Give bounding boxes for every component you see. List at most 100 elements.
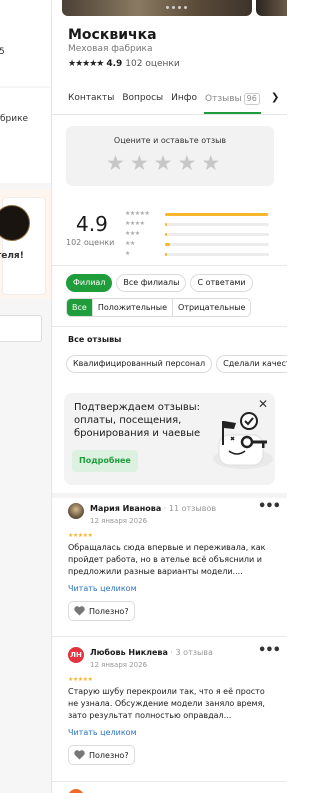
distribution-fill — [165, 232, 168, 236]
org-panel: Москвичка Меховая фабрика ★★★★★ 4.9 102 … — [52, 0, 287, 793]
rating-value: 4.9 — [106, 59, 123, 69]
review-card: ЛН Любовь Никлева · 3 отзыва 12 января 2… — [52, 643, 287, 777]
filter-all[interactable]: Все — [67, 299, 93, 316]
distribution-track — [165, 212, 269, 216]
rate-prompt-label: Оцените и оставьте отзыв — [113, 136, 227, 145]
rating-stars-icon: ★★★★★ — [68, 59, 104, 69]
distribution-stars-icon: ★★ — [125, 240, 135, 247]
distribution-row: ★★★★ — [125, 219, 269, 229]
more-options-icon[interactable]: ••• — [258, 643, 281, 658]
divider — [52, 781, 287, 782]
rate-prompt: Оцените и оставьте отзыв ★ ★ ★ ★ ★ — [66, 126, 274, 186]
read-more-link[interactable]: Читать целиком — [68, 584, 137, 593]
review-text: Обращалась сюда впервые и переживала, ка… — [68, 543, 266, 576]
divider — [52, 265, 287, 266]
divider — [52, 493, 287, 498]
read-more-link[interactable]: Читать целиком — [68, 728, 137, 737]
tab-reviews-label: Отзывы — [205, 94, 242, 104]
reviewer-review-count: · 3 отзыва — [167, 648, 213, 657]
heart-icon — [74, 606, 85, 616]
useful-button[interactable]: Полезно? — [68, 745, 135, 765]
tab-questions[interactable]: Вопросы — [122, 93, 163, 105]
divider — [52, 326, 287, 327]
avatar[interactable] — [68, 503, 84, 519]
org-rating[interactable]: ★★★★★ 4.9 102 оценки — [68, 59, 180, 69]
review-stars-icon: ★★★★★ — [68, 532, 93, 539]
filter-branch[interactable]: Филиал — [66, 274, 113, 292]
gallery-photo[interactable] — [256, 0, 287, 16]
reviewer-name[interactable]: Любовь Никлева · 3 отзыва — [90, 648, 213, 657]
gallery-dots — [166, 6, 187, 9]
tab-reviews[interactable]: Отзывы 96 — [204, 93, 261, 114]
rate-stars: ★ ★ ★ ★ ★ — [106, 151, 220, 175]
review-date: 12 января 2026 — [90, 517, 148, 525]
distribution-stars-icon: ★★★★ — [125, 220, 145, 227]
distribution-fill — [165, 252, 168, 256]
star-icon[interactable]: ★ — [106, 151, 125, 175]
distribution-stars-icon: ★★★★★ — [125, 210, 150, 217]
rating-distribution: ★★★★★ ★★★★ ★★★ ★★ ★ — [125, 209, 269, 259]
distribution-fill — [165, 222, 168, 226]
heart-icon — [74, 750, 85, 760]
star-icon[interactable]: ★ — [130, 151, 149, 175]
gallery-photo[interactable] — [62, 0, 252, 16]
chevron-right-icon[interactable]: ❯ — [271, 92, 279, 103]
distribution-row: ★★★★★ — [125, 209, 269, 219]
distribution-track — [165, 252, 269, 256]
distribution-row: ★★★ — [125, 229, 269, 239]
review-card: Мария Иванова · 11 отзывов 12 января 202… — [52, 499, 287, 633]
distribution-fill — [165, 212, 268, 216]
useful-button[interactable]: Полезно? — [68, 601, 135, 621]
reviewer-name[interactable]: Мария Иванова · 11 отзывов — [90, 504, 216, 513]
divider — [52, 636, 287, 637]
avatar[interactable]: ЛН — [68, 647, 84, 663]
filter-with-replies[interactable]: С ответами — [190, 274, 253, 292]
review-date: 12 января 2026 — [90, 661, 148, 669]
distribution-track — [165, 232, 269, 236]
more-options-icon[interactable]: ••• — [258, 499, 281, 514]
star-icon[interactable]: ★ — [154, 151, 173, 175]
promo-more-button[interactable]: Подробнее — [72, 450, 138, 472]
distribution-stars-icon: ★★★ — [125, 230, 140, 237]
tabs-divider — [52, 114, 287, 115]
left-card — [0, 88, 51, 183]
star-icon[interactable]: ★ — [177, 151, 196, 175]
topic-chips: Квалифицированный персонал Сделали качес… — [66, 355, 287, 373]
reviewer-name-text: Мария Иванова — [90, 504, 162, 513]
all-reviews-heading: Все отзывы — [68, 335, 122, 344]
distribution-fill — [165, 242, 171, 246]
org-category: Меховая фабрика — [68, 44, 153, 54]
promo-text: Подтверждаем отзывы: оплаты, посещения, … — [74, 402, 201, 439]
tabs: Контакты Вопросы Инфо Отзывы 96 — [68, 93, 261, 114]
tab-contacts[interactable]: Контакты — [68, 93, 114, 105]
overall-score: 4.9 — [76, 212, 108, 236]
promo-illustration-icon — [213, 412, 273, 469]
distribution-row: ★★ — [125, 239, 269, 249]
org-title[interactable]: Москвичка — [68, 27, 157, 43]
distribution-row: ★ — [125, 249, 269, 259]
tab-info[interactable]: Инфо — [171, 93, 197, 105]
star-icon[interactable]: ★ — [201, 151, 220, 175]
useful-label: Полезно? — [89, 606, 129, 616]
reviewer-review-count: · 11 отзывов — [161, 504, 217, 513]
sentiment-filter: Все Положительные Отрицательные — [66, 298, 252, 317]
filter-all-branches[interactable]: Все филиалы — [116, 274, 187, 292]
reviews-count-badge: 96 — [243, 93, 260, 105]
review-stars-icon: ★★★★★ — [68, 676, 93, 683]
scope-filters: Филиал Все филиалы С ответами — [66, 274, 253, 292]
avatar[interactable] — [68, 789, 84, 793]
left-input[interactable] — [0, 315, 42, 342]
overall-score-label: 102 оценки — [66, 238, 115, 247]
left-panel: 5 брике теля! — [0, 0, 52, 793]
left-text: теля! — [0, 251, 24, 261]
distribution-track — [165, 222, 269, 226]
left-text: 5 — [0, 47, 5, 57]
filter-positive[interactable]: Положительные — [93, 299, 174, 316]
useful-label: Полезно? — [89, 750, 129, 760]
topic-chip[interactable]: Сделали качеств — [216, 355, 287, 373]
distribution-stars-icon: ★ — [125, 250, 130, 257]
filter-negative[interactable]: Отрицательные — [173, 299, 250, 316]
topic-chip[interactable]: Квалифицированный персонал — [66, 355, 213, 373]
distribution-track — [165, 242, 269, 246]
left-card — [0, 0, 51, 86]
